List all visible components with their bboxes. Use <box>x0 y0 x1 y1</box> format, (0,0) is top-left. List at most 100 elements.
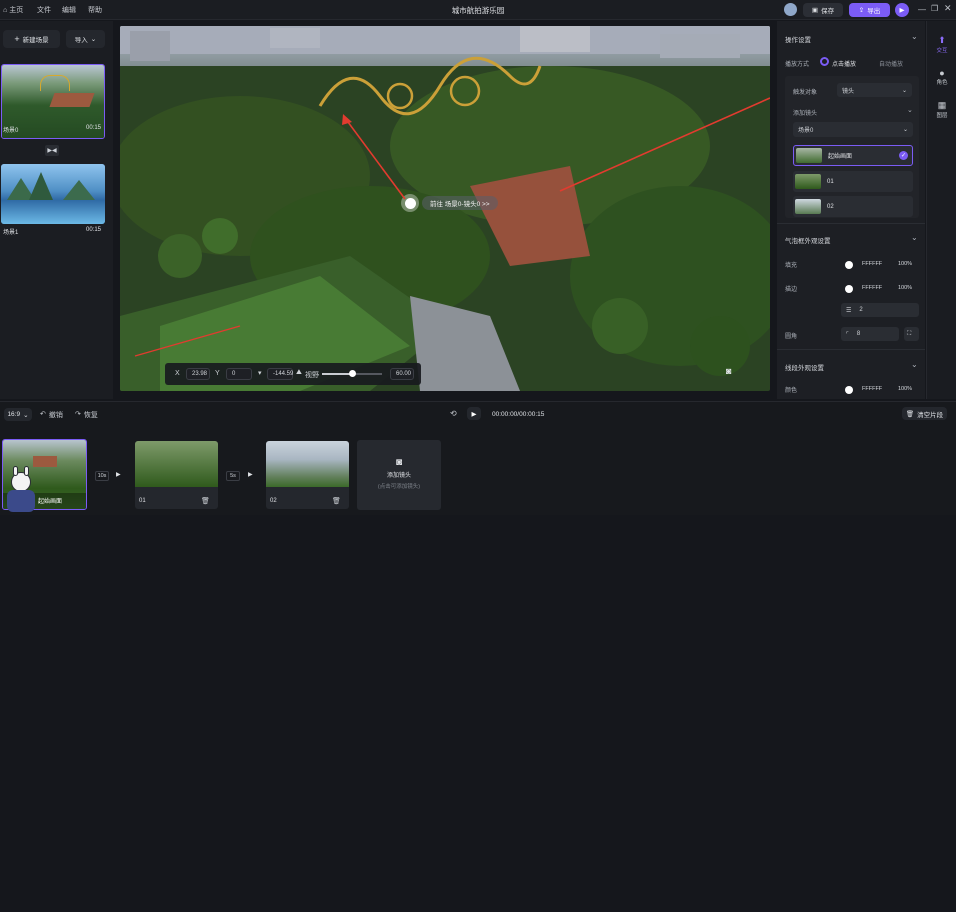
radio-auto-play-label[interactable]: 自动播放 <box>879 59 903 68</box>
stroke-color-hex[interactable]: FFFFFF <box>862 285 882 291</box>
trigger-select[interactable]: 镜头 ⌄ <box>837 83 912 97</box>
scene-name: 场景0 <box>3 128 19 134</box>
clip-name: 01 <box>139 498 146 504</box>
fill-color-hex[interactable]: FFFFFF <box>862 261 882 267</box>
fov-input[interactable]: 60.00 <box>390 368 414 380</box>
layers-icon: ▦ <box>937 100 947 110</box>
fov-slider-handle[interactable] <box>349 370 356 377</box>
chevron-down-icon: ⌄ <box>901 87 907 94</box>
rail-interact[interactable]: ⬆ 交互 <box>927 35 956 54</box>
aspect-ratio-select[interactable]: 16:9 ⌄ <box>4 408 32 421</box>
scene-thumbnail-1[interactable] <box>1 164 105 224</box>
camera-icon: ◙ <box>395 457 403 468</box>
line-color-swatch[interactable] <box>845 386 853 394</box>
aspect-ratio-value: 16:9 <box>7 411 21 418</box>
y-label: Y <box>215 370 220 377</box>
fov-label: 视野 <box>305 372 319 379</box>
timeline-clip-02[interactable]: 02 🗑 <box>266 441 349 509</box>
clear-clips-button[interactable]: 🗑 清空片段 <box>902 407 947 420</box>
chevron-down-icon: ⌄ <box>23 411 29 419</box>
chevron-down-icon[interactable]: ⌄ <box>911 360 918 369</box>
x-input[interactable]: 23.98 <box>186 368 210 380</box>
chevron-down-icon[interactable]: ⌄ <box>907 106 913 114</box>
scene-viewer[interactable]: 前往 场景0-镜头0 >> X 23.98 Y 0 ▾ -144.59 ⛰ 视野… <box>120 26 770 391</box>
transition-icon[interactable]: ▶◀ <box>45 145 59 156</box>
avatar[interactable] <box>784 3 797 16</box>
y-input[interactable]: 0 <box>226 368 252 380</box>
preview-play-button[interactable]: ▶ <box>895 3 909 17</box>
user-icon: ● <box>939 68 945 78</box>
radio-click-play-label: 点击播放 <box>832 62 857 68</box>
timeline-clip-01[interactable]: 01 🗑 <box>135 441 218 509</box>
chevron-down-icon: ⌄ <box>902 127 908 133</box>
clip-name: 02 <box>270 498 277 504</box>
stroke-label: 描边 <box>785 287 798 293</box>
timeline-panel: 16:9 ⌄ ↶ 撤销 ↷ 恢复 ⟲ ▶ 00:00:00/00:00:15 🗑 清空片… <box>0 401 956 515</box>
fill-color-swatch[interactable] <box>845 261 853 269</box>
scene-select[interactable]: 场景0 ⌄ <box>793 122 913 137</box>
camera-snapshot-icon[interactable]: ◙ <box>726 366 731 376</box>
line-opacity[interactable]: 100% <box>898 386 912 392</box>
x-label: X <box>175 370 180 377</box>
fov-slider[interactable] <box>322 370 382 377</box>
redo-button[interactable]: ↷ 恢复 <box>75 410 98 420</box>
section-line-appearance: 线段外观设置 <box>785 365 824 372</box>
play-icon: ▶ <box>471 410 477 418</box>
transition-duration[interactable]: 10s <box>95 471 109 481</box>
save-label: 保存 <box>821 8 835 15</box>
timeline-play-button[interactable]: ▶ <box>467 407 481 420</box>
shot-name: 起始画面 <box>828 154 853 160</box>
stroke-width-input[interactable]: ☰ 2 <box>841 303 919 317</box>
undo-button[interactable]: ↶ 撤销 <box>40 410 63 420</box>
save-button[interactable]: ▣ 保存 <box>803 3 843 17</box>
rail-layers[interactable]: ▦ 图层 <box>927 100 956 119</box>
transition-play-icon[interactable]: ▶ <box>116 471 121 478</box>
z-input[interactable]: -144.59 <box>267 368 293 380</box>
chevron-down-icon[interactable]: ⌄ <box>911 32 918 41</box>
scene-name: 场景1 <box>3 230 19 236</box>
divider <box>777 349 925 350</box>
top-bar: ⌂ 主页 文件 编辑 帮助 城市航拍游乐园 ▣ 保存 ⇪ 导出 ▶ — ❐ ✕ <box>0 0 956 20</box>
fill-opacity[interactable]: 100% <box>898 261 912 267</box>
shot-card-start[interactable]: 起始画面 ✓ <box>793 145 913 166</box>
new-scene-button[interactable]: + 新建场景 <box>3 30 60 48</box>
camera-coordinates-bar: X 23.98 Y 0 ▾ -144.59 ⛰ 视野 60.00 <box>165 363 421 385</box>
shot-thumbnail <box>796 148 822 163</box>
chevron-down-icon[interactable]: ⌄ <box>911 233 918 242</box>
section-bubble-appearance: 气泡框外观设置 <box>785 238 831 245</box>
stroke-width-value: 2 <box>859 307 863 313</box>
radius-input[interactable]: ⌜ 8 <box>841 327 899 341</box>
radius-label: 圆角 <box>785 334 798 340</box>
line-color-hex[interactable]: FFFFFF <box>862 386 882 392</box>
shot-card-02[interactable]: 02 <box>793 196 913 217</box>
plus-icon: + <box>14 34 20 44</box>
chevron-down-icon: ⌄ <box>90 36 97 43</box>
mascot-icon <box>3 872 41 912</box>
maximize-icon[interactable]: ❐ <box>931 4 938 13</box>
trash-icon[interactable]: 🗑 <box>332 497 341 505</box>
expand-corners-icon[interactable]: ⛶ <box>904 327 919 341</box>
radius-value: 8 <box>856 331 861 337</box>
corner-radius-icon: ⌜ <box>846 331 849 338</box>
trigger-label: 触发对象 <box>793 90 818 96</box>
radio-click-play[interactable] <box>820 57 829 66</box>
line-color-label: 颜色 <box>785 388 798 394</box>
loop-icon[interactable]: ⟲ <box>450 409 457 418</box>
transition-duration[interactable]: 5s <box>226 471 240 481</box>
stroke-opacity[interactable]: 100% <box>898 285 912 291</box>
shot-card-01[interactable]: 01 <box>793 171 913 192</box>
close-icon[interactable]: ✕ <box>944 3 952 14</box>
rail-character[interactable]: ● 角色 <box>927 68 956 86</box>
shot-thumbnail <box>795 199 821 214</box>
rail-layers-label: 图层 <box>936 113 948 119</box>
export-icon: ⇪ <box>858 7 865 14</box>
trash-icon[interactable]: 🗑 <box>201 497 210 505</box>
minimize-icon[interactable]: — <box>918 5 926 14</box>
export-button[interactable]: ⇪ 导出 <box>849 3 890 17</box>
import-dropdown[interactable]: 导入 ⌄ <box>66 30 105 48</box>
rail-interact-label: 交互 <box>936 48 948 54</box>
stroke-color-swatch[interactable] <box>845 285 853 293</box>
transition-play-icon[interactable]: ▶ <box>248 471 253 478</box>
add-shot-tile[interactable]: ◙ 添加镜头 (点击可添加镜头) <box>357 440 441 510</box>
scene-duration: 00:15 <box>86 125 102 131</box>
